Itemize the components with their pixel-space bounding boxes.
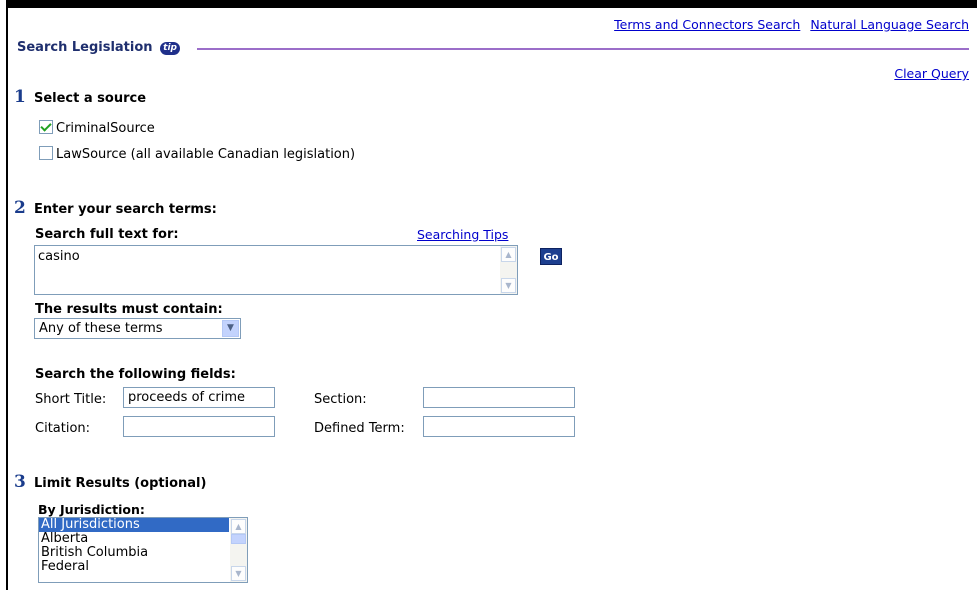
scroll-up-icon[interactable]: ▲ — [231, 519, 246, 534]
results-must-contain-label: The results must contain: — [35, 302, 223, 317]
citation-input[interactable] — [123, 416, 275, 437]
lawsource-checkbox[interactable] — [39, 146, 53, 160]
terms-connectors-search-link[interactable]: Terms and Connectors Search — [614, 17, 800, 32]
criminalsource-label: CriminalSource — [56, 121, 155, 136]
scroll-up-icon[interactable]: ▲ — [501, 247, 516, 262]
step3-label: Limit Results (optional) — [33, 476, 207, 491]
jurisdiction-option[interactable]: All Jurisdictions — [39, 518, 229, 532]
step1-number: 1 — [14, 87, 26, 107]
step2-number: 2 — [14, 198, 26, 218]
page-title-text: Search Legislation — [17, 40, 153, 55]
search-text-value: casino — [38, 249, 80, 264]
step3-heading: 3 Limit Results (optional) — [14, 472, 206, 492]
source-criminalsource[interactable]: CriminalSource — [39, 120, 155, 136]
source-lawsource[interactable]: LawSource (all available Canadian legisl… — [39, 146, 355, 162]
scroll-thumb[interactable] — [231, 534, 246, 544]
chevron-down-icon[interactable]: ▼ — [222, 320, 239, 337]
results-contain-value: Any of these terms — [39, 321, 163, 336]
section-label: Section: — [314, 392, 367, 407]
short-title-input[interactable]: proceeds of crime — [123, 387, 275, 408]
clear-query-link[interactable]: Clear Query — [894, 66, 969, 81]
page-title: Search Legislation tip — [17, 40, 181, 55]
jurisdiction-option[interactable]: Alberta — [39, 532, 229, 546]
citation-label: Citation: — [35, 421, 91, 436]
step3-number: 3 — [14, 472, 26, 492]
window-top-border — [6, 0, 977, 8]
step2-label: Enter your search terms: — [33, 202, 217, 217]
jurisdiction-scrollbar[interactable]: ▲ ▼ — [230, 518, 247, 582]
jurisdiction-listbox[interactable]: All Jurisdictions Alberta British Columb… — [38, 517, 248, 583]
title-divider — [197, 48, 969, 50]
lawsource-label: LawSource (all available Canadian legisl… — [56, 147, 356, 162]
natural-language-search-link[interactable]: Natural Language Search — [810, 17, 969, 32]
step1-label: Select a source — [33, 91, 147, 106]
step2-heading: 2 Enter your search terms: — [14, 198, 217, 218]
jurisdiction-option[interactable]: British Columbia — [39, 546, 229, 560]
jurisdiction-label: By Jurisdiction: — [38, 502, 145, 517]
defined-term-label: Defined Term: — [314, 421, 405, 436]
criminalsource-checkbox[interactable] — [39, 120, 53, 134]
top-links: Terms and Connectors Search Natural Lang… — [614, 17, 969, 32]
fields-heading: Search the following fields: — [35, 367, 236, 382]
go-button[interactable]: Go — [540, 248, 562, 265]
short-title-label: Short Title: — [35, 392, 107, 407]
search-text-scrollbar[interactable]: ▲ ▼ — [500, 246, 517, 294]
search-full-text-label: Search full text for: — [35, 227, 179, 242]
search-text-area[interactable]: casino ▲ ▼ — [34, 245, 518, 295]
window-left-border — [6, 0, 8, 590]
results-contain-select[interactable]: Any of these terms ▼ — [34, 318, 241, 339]
searching-tips-link[interactable]: Searching Tips — [417, 227, 508, 242]
jurisdiction-option[interactable]: Federal — [39, 560, 229, 574]
tip-icon[interactable]: tip — [160, 42, 181, 55]
scroll-down-icon[interactable]: ▼ — [231, 566, 246, 581]
section-input[interactable] — [423, 387, 575, 408]
defined-term-input[interactable] — [423, 416, 575, 437]
scroll-down-icon[interactable]: ▼ — [501, 278, 516, 293]
step1-heading: 1 Select a source — [14, 87, 146, 107]
